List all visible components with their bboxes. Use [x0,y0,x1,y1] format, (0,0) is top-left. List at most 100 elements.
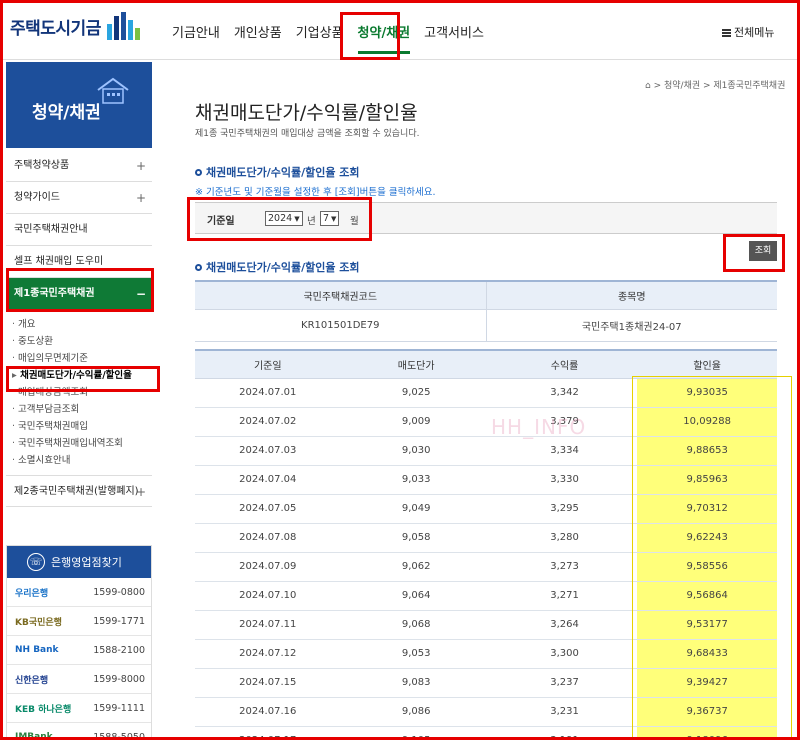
table-row: 2024.07.03 9,030 3,334 9,88653 [195,436,777,466]
sell-price-cell: 9,058 [340,523,492,553]
bank-finder-title: 은행영업점찾기 [51,556,122,569]
bank-name: 우리은행 [15,588,49,599]
bank-tel: 1599-1111 [93,702,145,714]
table-row: 2024.07.02 9,009 3,379 10,09288 [195,407,777,437]
sub-item-bond-price-rate[interactable]: 채권매도단가/수익률/할인율 [12,367,152,384]
sub-item-customer-charge[interactable]: 고객부담금조회 [12,401,152,418]
month-select[interactable]: 7 ▼ [320,211,340,226]
chevron-down-icon: ▼ [294,215,300,223]
year-value: 2024 [268,213,293,224]
bank-name: KB국민은행 [15,617,62,628]
base-date-cell: 2024.07.11 [195,610,341,640]
bank-row[interactable]: KB국민은행 1599-1771 [7,607,151,636]
header-base-date: 기준일 [195,350,341,379]
header-item-name: 종목명 [486,281,777,310]
discount-rate-cell: 9,56864 [637,581,777,611]
sidebar-menu: 주택청약상품 + 청약가이드 + 국민주택채권안내 셀프 채권매입 도우미 제1종국… [6,150,152,507]
yield-cell: 3,280 [491,523,638,553]
bond-rate-table: 기준일 매도단가 수익률 할인율 2024.07.01 9,025 3,342 9,9… [195,349,777,740]
base-date-cell: 2024.07.12 [195,639,341,669]
sidebar-item-label: 셀프 채권매입 도우미 [14,256,104,267]
sidebar-item-bond-info[interactable]: 국민주택채권안내 [6,214,152,246]
sell-price-cell: 9,049 [340,494,492,524]
main-nav: 기금안내 개인상품 기업상품 청약/채권 고객서비스 [172,22,498,54]
bank-row[interactable]: IMBank 1588-5050 [7,723,151,740]
yield-cell: 3,295 [491,494,638,524]
all-menu-button[interactable]: 전체메뉴 [722,24,774,40]
bank-row[interactable]: 우리은행 1599-0800 [7,578,151,607]
bank-row[interactable]: NH Bank 1588-2100 [7,636,151,665]
sub-item-exemption-criteria[interactable]: 매입의무면제기준 [12,350,152,367]
yield-cell: 3,264 [491,610,638,640]
year-unit: 년 [307,216,316,227]
sub-item-purchase-amount[interactable]: 매입대상금액조회 [12,384,152,401]
base-date-cell: 2024.07.04 [195,465,341,495]
section-title-search: 채권매도단가/수익률/할인율 조회 [195,164,360,180]
plus-icon: + [135,159,146,173]
discount-rate-cell: 9,36737 [637,697,777,727]
house-icon [97,77,129,104]
sidebar-item-housing-subscription[interactable]: 주택청약상품 + [6,150,152,182]
plus-icon: + [135,191,146,205]
logo-mark-icon [106,12,142,40]
yield-cell: 3,191 [491,726,638,740]
breadcrumb: ⌂ > 청약/채권 > 제1종국민주택채권 [645,81,786,91]
table-row: 2024.07.10 9,064 3,271 9,56864 [195,581,777,611]
yield-cell: 3,231 [491,697,638,727]
page-description: 제1종 국민주택채권의 매입대상 금액을 조회할 수 있습니다. [195,129,420,139]
sidebar-item-label: 청약가이드 [14,192,60,203]
table-row: 2024.07.11 9,068 3,264 9,53177 [195,610,777,640]
sub-item-overview[interactable]: 개요 [12,316,152,333]
section-title-results: 채권매도단가/수익률/할인율 조회 [195,259,360,275]
site-header: 주택도시기금 기금안내 개인상품 기업상품 청약/채권 고객서비스 전체메뉴 [0,0,800,60]
site-logo[interactable]: 주택도시기금 [10,12,142,40]
base-date-cell: 2024.07.01 [195,378,341,408]
sub-item-purchase-history[interactable]: 국민주택채권매입내역조회 [12,435,152,452]
base-date-cell: 2024.07.09 [195,552,341,582]
base-date-label: 기준일 [207,216,235,227]
sidebar-item-subscription-guide[interactable]: 청약가이드 + [6,182,152,214]
table-row: 2024.07.05 9,049 3,295 9,70312 [195,494,777,524]
bank-name: NH Bank [15,645,59,655]
bank-finder-header[interactable]: ☏ 은행영업점찾기 [7,546,151,578]
all-menu-label: 전체메뉴 [734,26,775,39]
month-unit: 월 [350,216,359,227]
search-button[interactable]: 조회 [749,241,777,261]
header-discount-rate: 할인율 [637,350,777,379]
year-select[interactable]: 2024 ▼ [265,211,303,226]
sidebar-item-type2-bond[interactable]: 제2종국민주택채권(발행폐지) + [6,475,152,507]
nav-corporate[interactable]: 기업상품 [296,22,344,54]
bank-row[interactable]: 신한은행 1599-8000 [7,665,151,694]
table-row: 2024.07.09 9,062 3,273 9,58556 [195,552,777,582]
main-content: ⌂ > 청약/채권 > 제1종국민주택채권 채권매도단가/수익률/할인율 제1종… [155,60,800,740]
sell-price-cell: 9,062 [340,552,492,582]
table-row: 2024.07.12 9,053 3,300 9,68433 [195,639,777,669]
nav-subscription-bond[interactable]: 청약/채권 [357,22,411,54]
sidebar-title-box: 청약/채권 [6,62,152,148]
nav-fund-info[interactable]: 기금안내 [172,22,220,54]
sell-price-cell: 9,033 [340,465,492,495]
sell-price-cell: 9,009 [340,407,492,437]
sub-item-extinctive-prescription[interactable]: 소멸시효안내 [12,452,152,469]
base-date-cell: 2024.07.10 [195,581,341,611]
sell-price-cell: 9,083 [340,668,492,698]
base-date-cell: 2024.07.08 [195,523,341,553]
sidebar-item-self-bond-helper[interactable]: 셀프 채권매입 도우미 [6,246,152,278]
bank-row[interactable]: KEB 하나은행 1599-1111 [7,694,151,723]
sub-item-early-redemption[interactable]: 중도상환 [12,333,152,350]
discount-rate-cell: 9,88653 [637,436,777,466]
discount-rate-cell: 9,39427 [637,668,777,698]
nav-customer-service[interactable]: 고객서비스 [424,22,484,54]
bank-tel: 1599-0800 [93,586,145,598]
nav-personal[interactable]: 개인상품 [234,22,282,54]
sidebar-item-label: 국민주택채권안내 [14,224,88,235]
sub-item-bond-purchase[interactable]: 국민주택채권매입 [12,418,152,435]
discount-rate-cell: 9,93035 [637,378,777,408]
sell-price-cell: 9,105 [340,726,492,740]
discount-rate-cell: 9,58556 [637,552,777,582]
table-row: KR101501DE79 국민주택1종채권24-07 [195,309,777,342]
watermark-text: HH_INFO [491,415,587,439]
sidebar-item-type1-bond[interactable]: 제1종국민주택채권 − [6,278,152,310]
table-header-row: 기준일 매도단가 수익률 할인율 [195,350,777,379]
sell-price-cell: 9,025 [340,378,492,408]
